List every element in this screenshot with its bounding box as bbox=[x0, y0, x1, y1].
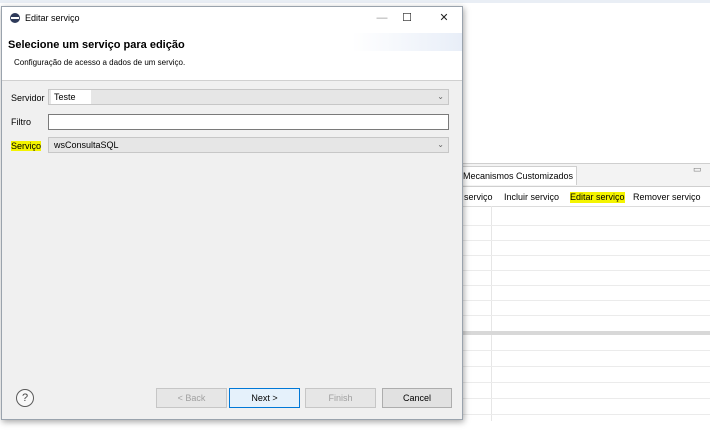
editar-servico-button[interactable]: Editar serviço bbox=[570, 192, 625, 203]
table-row bbox=[455, 240, 710, 241]
servico-label: Serviço bbox=[11, 141, 42, 151]
page-description: Configuração de acesso a dados de um ser… bbox=[14, 58, 186, 67]
cancel-button[interactable]: Cancel bbox=[382, 388, 452, 408]
dialog-titlebar[interactable]: Editar serviço — ☐ ✕ bbox=[2, 7, 462, 30]
table-row bbox=[455, 270, 710, 271]
minimize-icon[interactable]: — bbox=[370, 9, 394, 27]
minimize-panel-icon[interactable]: ▭ bbox=[693, 165, 703, 174]
next-button[interactable]: Next > bbox=[229, 388, 300, 408]
table-row bbox=[455, 225, 710, 226]
servico-select[interactable]: wsConsultaSQL ⌄ bbox=[48, 137, 449, 153]
servidor-label: Servidor bbox=[11, 93, 45, 103]
close-icon[interactable]: ✕ bbox=[432, 9, 456, 27]
remover-servico-button[interactable]: Remover serviço bbox=[633, 192, 701, 203]
help-icon[interactable]: ? bbox=[16, 389, 34, 407]
wizard-header: Selecione um serviço para edição Configu… bbox=[2, 30, 462, 81]
table-row bbox=[455, 382, 710, 383]
incluir-servico-button[interactable]: Incluir serviço bbox=[504, 192, 559, 203]
servidor-value: Teste bbox=[51, 90, 91, 104]
table-row bbox=[455, 350, 710, 351]
editar-servico-dialog: Editar serviço — ☐ ✕ Selecione um serviç… bbox=[1, 6, 463, 420]
table-row bbox=[455, 366, 710, 367]
maximize-icon[interactable]: ☐ bbox=[395, 9, 419, 27]
page-title: Selecione um serviço para edição bbox=[8, 39, 185, 51]
editor-area bbox=[462, 3, 710, 163]
table-row bbox=[455, 285, 710, 286]
table-column-divider bbox=[491, 206, 492, 421]
dialog-title: Editar serviço bbox=[25, 13, 80, 23]
finish-button[interactable]: Finish bbox=[305, 388, 376, 408]
filtro-label: Filtro bbox=[11, 117, 31, 127]
eclipse-icon bbox=[10, 13, 20, 23]
servidor-select[interactable]: Teste ⌄ bbox=[48, 89, 449, 105]
filtro-input[interactable] bbox=[48, 114, 449, 130]
servico-value: wsConsultaSQL bbox=[54, 140, 119, 150]
back-button[interactable]: < Back bbox=[156, 388, 227, 408]
chevron-down-icon: ⌄ bbox=[437, 140, 444, 149]
table-row bbox=[455, 414, 710, 415]
chevron-down-icon: ⌄ bbox=[437, 92, 444, 101]
panel-splitter[interactable] bbox=[455, 331, 710, 335]
header-banner-graphic bbox=[352, 33, 462, 51]
tab-mecanismos-customizados[interactable]: Mecanismos Customizados bbox=[459, 166, 578, 185]
table-row bbox=[455, 398, 710, 399]
table-row bbox=[455, 315, 710, 316]
table-row bbox=[455, 300, 710, 301]
table-row bbox=[455, 255, 710, 256]
